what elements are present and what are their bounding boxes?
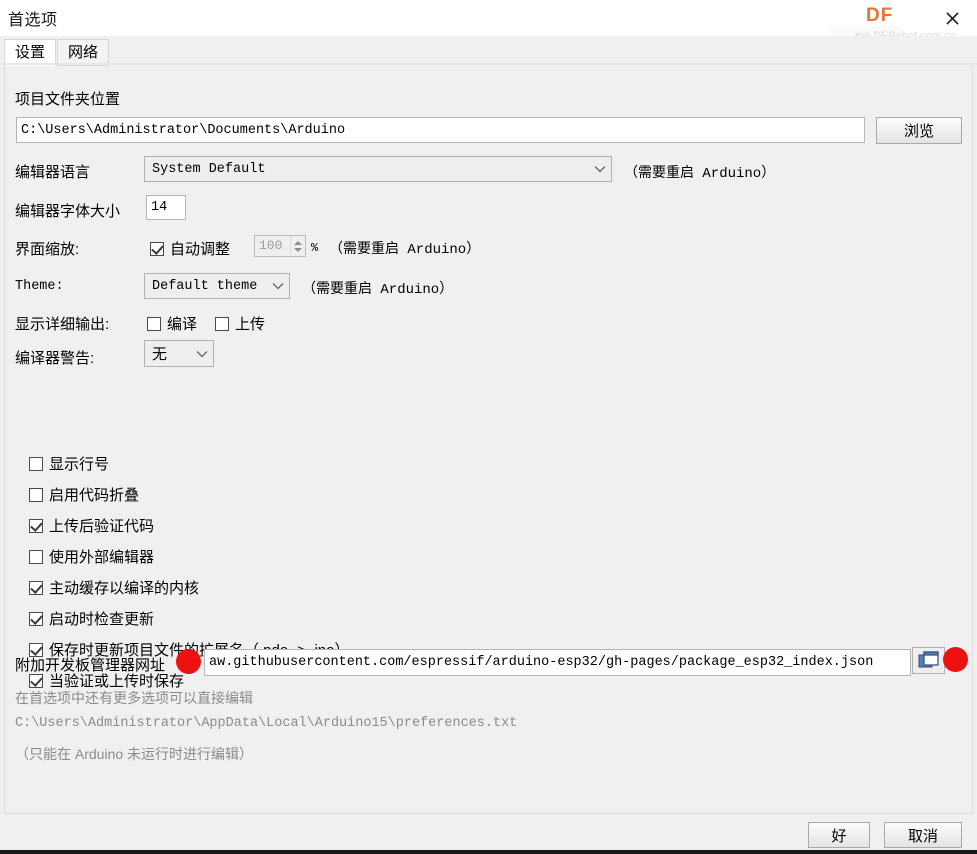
checkbox-box-icon: [150, 241, 164, 256]
sketchbook-location-input[interactable]: [16, 117, 865, 143]
tab-settings[interactable]: 设置: [4, 39, 57, 66]
settings-panel: 项目文件夹位置 浏览 编辑器语言 System Default （需要重启 Ar…: [4, 66, 973, 814]
more-preferences-note: 在首选项中还有更多选项可以直接编辑: [15, 690, 253, 706]
editor-language-restart-note: （需要重启 Arduino）: [624, 166, 776, 182]
editor-language-select[interactable]: System Default: [144, 156, 612, 182]
auto-scale-checkbox[interactable]: 自动调整: [150, 238, 230, 259]
checkbox-box-icon: [29, 518, 43, 533]
checkbox-box-icon: [29, 549, 43, 564]
close-icon[interactable]: [935, 2, 969, 34]
option-label: 显示行号: [49, 456, 110, 473]
sketchbook-location-label: 项目文件夹位置: [15, 91, 121, 108]
window-title: 首选项: [8, 12, 58, 29]
verbose-upload-label: 上传: [235, 316, 266, 333]
theme-label: Theme:: [15, 279, 64, 294]
interface-scale-restart-note: （需要重启 Arduino）: [329, 242, 481, 258]
title-bar: 首选项 DF me.DFRobot.com.cn: [0, 0, 977, 48]
checkbox-box-icon: [29, 611, 43, 626]
option-verify-after-upload[interactable]: 上传后验证代码: [29, 510, 349, 541]
theme-select[interactable]: Default theme: [144, 273, 290, 299]
option-enable-code-folding[interactable]: 启用代码折叠: [29, 479, 349, 510]
option-show-line-numbers[interactable]: 显示行号: [29, 448, 349, 479]
browse-button[interactable]: 浏览: [876, 117, 962, 144]
theme-value: Default theme: [152, 278, 258, 294]
editor-language-value: System Default: [152, 161, 266, 177]
interface-scale-spinner[interactable]: 100: [254, 235, 306, 257]
tab-underline: [0, 63, 977, 65]
verbose-compile-checkbox[interactable]: 编译: [147, 313, 197, 334]
verbose-output-label: 显示详细输出:: [15, 316, 110, 333]
verbose-upload-checkbox[interactable]: 上传: [215, 313, 265, 334]
interface-scale-label: 界面缩放:: [15, 241, 80, 258]
window-bottom-edge: [0, 850, 977, 854]
option-use-external-editor[interactable]: 使用外部编辑器: [29, 541, 349, 572]
auto-scale-label: 自动调整: [170, 241, 231, 258]
board-manager-urls-label: 附加开发板管理器网址: [15, 657, 166, 674]
edit-only-when-closed-note: （只能在 Arduino 未运行时进行编辑）: [15, 746, 254, 762]
theme-restart-note: （需要重启 Arduino）: [302, 282, 454, 298]
editor-font-size-input[interactable]: [146, 195, 186, 220]
checkbox-box-icon: [147, 316, 161, 331]
preferences-file-path: C:\Users\Administrator\AppData\Local\Ard…: [15, 716, 518, 731]
option-label: 启用代码折叠: [49, 487, 140, 504]
annotation-dot-urls-label: [176, 649, 201, 674]
brand-logo: DF: [866, 5, 894, 26]
chevron-down-icon: [191, 350, 213, 358]
editor-language-label: 编辑器语言: [15, 164, 91, 181]
tab-network[interactable]: 网络: [57, 39, 110, 66]
interface-scale-value: 100: [259, 238, 283, 253]
board-manager-urls-expand-button[interactable]: [912, 647, 945, 674]
compiler-warnings-label: 编译器警告:: [15, 350, 95, 367]
spinner-arrows-icon[interactable]: [290, 236, 305, 256]
option-label: 使用外部编辑器: [49, 549, 155, 566]
tab-strip: 设置 网络: [0, 36, 977, 66]
interface-scale-percent: %: [311, 241, 319, 255]
chevron-down-icon: [267, 282, 289, 290]
option-label: 主动缓存以编译的内核: [49, 580, 200, 597]
option-check-updates-on-startup[interactable]: 启动时检查更新: [29, 603, 349, 634]
verbose-compile-label: 编译: [167, 316, 198, 333]
chevron-down-icon: [589, 165, 611, 173]
option-label: 上传后验证代码: [49, 518, 155, 535]
compiler-warnings-value: 无: [152, 346, 168, 363]
annotation-dot-expand-button: [943, 647, 968, 672]
checkbox-box-icon: [29, 487, 43, 502]
window-popup-icon: [918, 651, 939, 668]
compiler-warnings-select[interactable]: 无: [144, 340, 214, 367]
checkbox-box-icon: [29, 673, 43, 688]
ok-button[interactable]: 好: [808, 822, 870, 848]
checkbox-box-icon: [29, 580, 43, 595]
option-aggressively-cache-core[interactable]: 主动缓存以编译的内核: [29, 572, 349, 603]
option-label: 启动时检查更新: [49, 611, 155, 628]
checkbox-box-icon: [215, 316, 229, 331]
checkbox-box-icon: [29, 456, 43, 471]
board-manager-urls-input[interactable]: [204, 649, 911, 676]
cancel-button[interactable]: 取消: [884, 822, 962, 848]
editor-font-size-label: 编辑器字体大小: [15, 203, 121, 220]
